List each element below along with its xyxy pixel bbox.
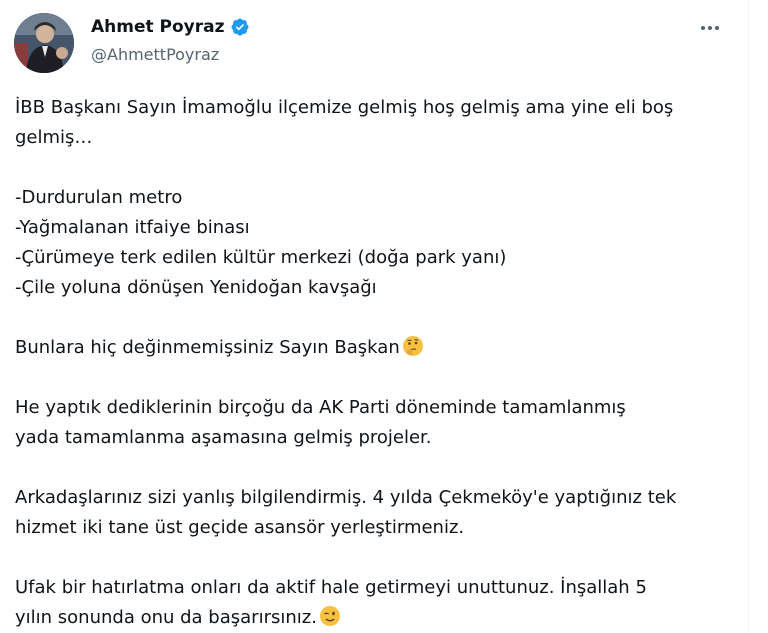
avatar[interactable] xyxy=(14,13,74,73)
text-span: yılın sonunda onu da başarırsınız. xyxy=(15,607,317,628)
text-span: Bunlara hiç değinmemişsiniz Sayın Başkan xyxy=(15,337,400,358)
text-line: yada tamamlanma aşamasına gelmiş projele… xyxy=(15,427,432,448)
user-handle[interactable]: @AhmettPoyraz xyxy=(91,45,250,64)
text-line: Bunlara hiç değinmemişsiniz Sayın Başkan xyxy=(15,333,740,363)
name-row: Ahmet Poyraz xyxy=(91,15,250,39)
verified-badge-icon xyxy=(230,17,250,37)
tweet-text: İBB Başkanı Sayın İmamoğlu ilçemize gelm… xyxy=(15,93,740,633)
tweet-header: Ahmet Poyraz @AhmettPoyraz xyxy=(91,15,250,64)
list-item: -Yağmalanan itfaiye binası xyxy=(15,217,250,238)
tweet-card: Ahmet Poyraz @AhmettPoyraz İBB Başkanı S… xyxy=(0,0,749,633)
list-item: -Çürümeye terk edilen kültür merkezi (do… xyxy=(15,247,507,268)
text-line: Ufak bir hatırlatma onları da aktif hale… xyxy=(15,577,647,598)
more-horizontal-icon[interactable] xyxy=(697,18,723,38)
avatar-photo xyxy=(14,13,74,73)
text-line: He yaptık dediklerinin birçoğu da AK Par… xyxy=(15,397,626,418)
text-line: yılın sonunda onu da başarırsınız. xyxy=(15,603,740,633)
text-line: hizmet iki tane üst geçide asansör yerle… xyxy=(15,517,465,538)
thinking-face-emoji-icon xyxy=(402,335,424,357)
list-item: -Durdurulan metro xyxy=(15,187,183,208)
text-line: İBB Başkanı Sayın İmamoğlu ilçemize gelm… xyxy=(15,97,674,118)
winking-face-emoji-icon xyxy=(319,605,341,627)
text-line: Arkadaşlarınız sizi yanlış bilgilendirmi… xyxy=(15,487,677,508)
list-item: -Çile yoluna dönüşen Yenidoğan kavşağı xyxy=(15,277,377,298)
text-line: gelmiş… xyxy=(15,127,93,148)
display-name[interactable]: Ahmet Poyraz xyxy=(91,17,225,37)
